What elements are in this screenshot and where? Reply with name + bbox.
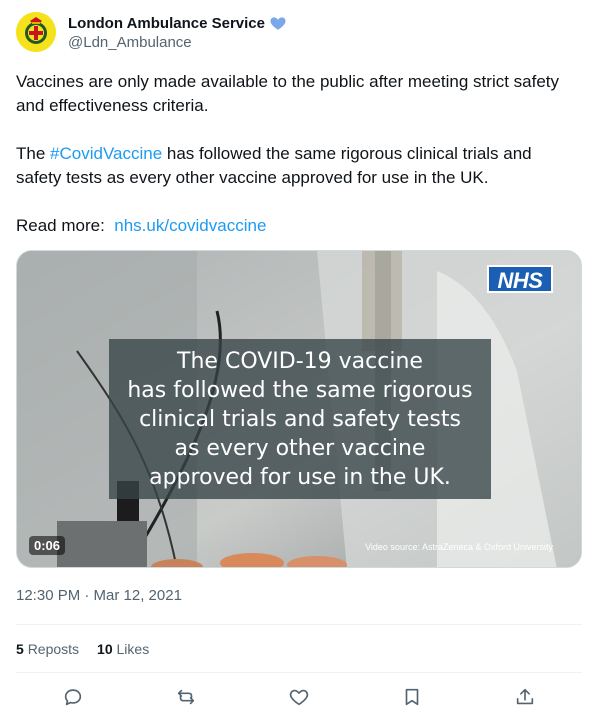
tweet-header: London Ambulance Service @Ldn_Ambulance <box>16 12 582 60</box>
tweet-text-segment: The <box>16 144 51 163</box>
reply-icon <box>64 689 81 706</box>
reposts-label: Reposts <box>27 641 80 657</box>
tweet-text-segment: has followed the same rigorous clinical … <box>162 144 532 163</box>
reposts-count: 5 <box>16 641 24 657</box>
reposts-stat[interactable]: 5 Reposts <box>16 641 79 657</box>
bookmark-icon <box>405 688 419 706</box>
like-button[interactable] <box>279 684 319 710</box>
avatar[interactable] <box>16 12 56 52</box>
display-name[interactable]: London Ambulance Service <box>68 15 265 32</box>
likes-label: Likes <box>116 641 150 657</box>
action-bar <box>16 684 582 710</box>
share-button[interactable] <box>505 684 545 710</box>
nhs-logo: NHS <box>487 265 553 293</box>
likes-stat[interactable]: 10 Likes <box>97 641 149 657</box>
user-handle[interactable]: @Ldn_Ambulance <box>68 34 192 51</box>
caption-line: The COVID-19 vaccine <box>177 349 423 374</box>
divider <box>16 672 582 673</box>
caption-line: as every other vaccine <box>174 436 426 461</box>
read-more-label: Read more: <box>16 216 115 235</box>
tweet-line: and effectiveness criteria. <box>16 96 209 115</box>
caption-line: has followed the same rigorous <box>127 378 473 403</box>
tweet-line: Vaccines are only made available to the … <box>16 72 560 91</box>
bookmark-button[interactable] <box>392 684 432 710</box>
ambulance-crest-icon <box>16 12 56 52</box>
repost-button[interactable] <box>166 684 206 710</box>
video-caption: The COVID-19 vaccine has followed the sa… <box>109 339 491 499</box>
tweet-line: safety tests as every other vaccine appr… <box>16 168 489 187</box>
engagement-stats: 5 Reposts 10 Likes <box>16 641 149 657</box>
blue-heart-icon <box>269 14 287 32</box>
share-icon <box>517 688 534 705</box>
video-source-credit: Video source: AstraZeneca & Oxford Unive… <box>365 542 553 552</box>
repost-icon <box>177 689 194 705</box>
video-duration: 0:06 <box>29 536 66 555</box>
like-icon <box>289 689 309 706</box>
video-player[interactable]: NHS The COVID-19 vaccine has followed th… <box>16 250 582 568</box>
external-link[interactable]: nhs.uk/covidvaccine <box>114 216 266 235</box>
caption-line: clinical trials and safety tests <box>139 407 461 432</box>
tweet-timestamp[interactable]: 12:30 PM · Mar 12, 2021 <box>16 587 182 604</box>
hashtag-link[interactable]: #CovidVaccine <box>50 144 162 163</box>
divider <box>16 624 582 625</box>
tweet-text: Vaccines are only made available to the … <box>16 70 582 238</box>
reply-button[interactable] <box>53 684 93 710</box>
caption-line: approved for use in the UK. <box>149 465 451 490</box>
likes-count: 10 <box>97 641 113 657</box>
